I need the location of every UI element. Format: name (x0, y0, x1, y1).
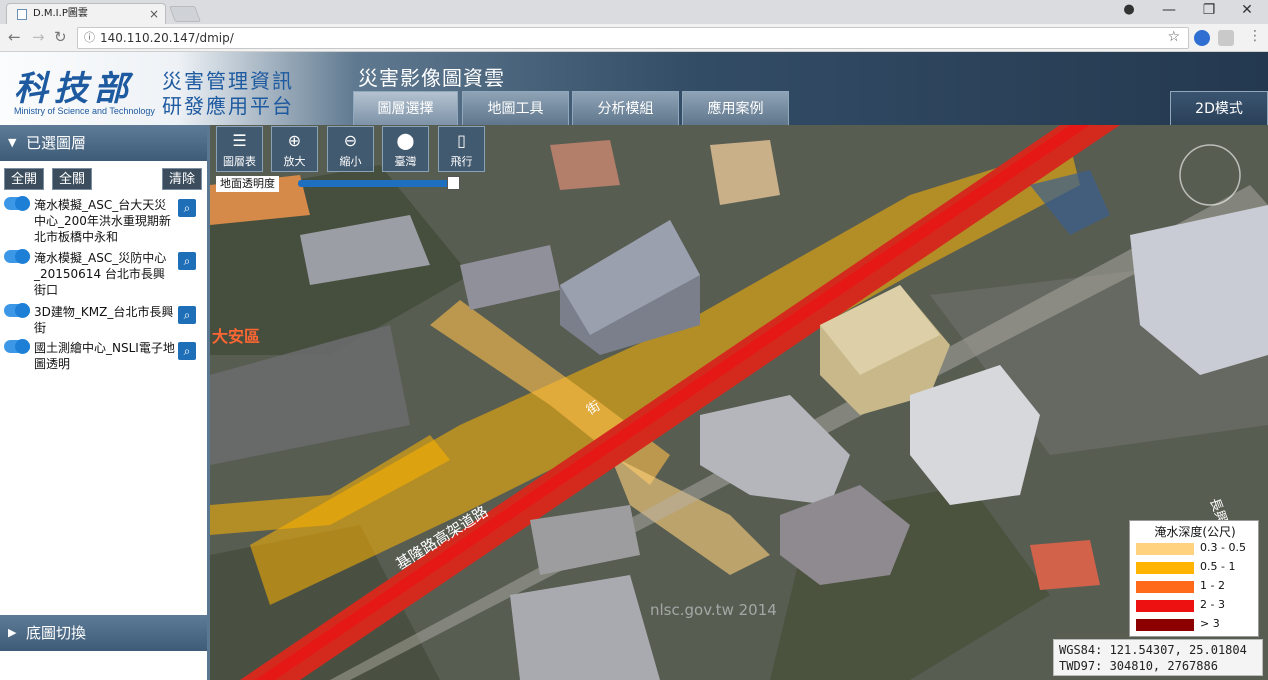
ground-opacity-label: 地面透明度 (216, 176, 279, 192)
legend-item: 0.3 - 0.5 (1136, 540, 1256, 559)
address-bar-row: ← → ↻ ⓘ 140.110.20.147/dmip/ ☆ ⋮ (0, 24, 1268, 52)
ground-opacity-slider[interactable] (298, 176, 460, 190)
maximize-button[interactable]: ❐ (1196, 2, 1222, 18)
flood-depth-legend: 淹水深度(公尺) 0.3 - 0.5 0.5 - 1 1 - 2 2 - 3 >… (1129, 520, 1259, 637)
logo-most: 科技部 (14, 69, 134, 109)
layer-toggle[interactable] (4, 249, 30, 264)
bookmark-star-icon[interactable]: ☆ (1167, 27, 1180, 47)
zoom-in-button[interactable]: ⊕ 放大 (271, 126, 318, 172)
layer-label: 淹水模擬_ASC_災防中心_20150614 台北市長興街口 (34, 251, 167, 297)
legend-swatch (1136, 619, 1194, 631)
logo-english: Ministry of Science and Technology (14, 106, 155, 116)
tool-label: 臺灣 (394, 155, 417, 168)
zoom-out-icon: ⊖ (343, 131, 358, 150)
place-label: 大安區 (212, 327, 260, 346)
aerial-3d-map: 大安區 基隆路高架道路 長興 街 nlsc.gov.tw 2014 (210, 125, 1268, 680)
legend-title: 淹水深度(公尺) (1154, 525, 1236, 539)
url-text: 140.110.20.147/dmip/ (100, 31, 234, 45)
legend-swatch (1136, 543, 1194, 555)
legend-label: 2 - 3 (1200, 598, 1225, 611)
platform-name-line2: 研發應用平台 (162, 94, 294, 118)
layer-item: 淹水模擬_ASC_災防中心_20150614 台北市長興街口 ⌕ (4, 249, 204, 300)
back-arrow-icon[interactable]: ← (8, 28, 21, 46)
slider-handle[interactable] (447, 176, 460, 190)
wgs84-coords: WGS84: 121.54307, 25.01804 (1059, 643, 1247, 657)
map-view[interactable]: 大安區 基隆路高架道路 長興 街 nlsc.gov.tw 2014 ☰ 圖層表 … (210, 125, 1268, 680)
layer-item: 國土測繪中心_NSLI電子地圖透明 ⌕ (4, 339, 204, 374)
map-pin-icon: ⬤ (396, 131, 415, 150)
extension-icon[interactable] (1194, 30, 1210, 46)
tab-title: D.M.I.P圖雲 (33, 8, 88, 19)
tab-analysis[interactable]: 分析模組 (572, 91, 679, 125)
layer-item: 3D建物_KMZ_台北市長興街 ⌕ (4, 303, 204, 338)
tool-label: 放大 (283, 155, 306, 168)
selected-layers-header[interactable]: ▼ 已選圖層 (0, 125, 207, 161)
zoom-to-layer-icon[interactable]: ⌕ (178, 199, 196, 217)
extension-icon[interactable] (1218, 30, 1234, 46)
browser-tab[interactable]: D.M.I.P圖雲 × (6, 3, 166, 24)
layer-list-button[interactable]: ☰ 圖層表 (216, 126, 263, 172)
new-tab-button[interactable] (169, 6, 201, 22)
legend-item: 0.5 - 1 (1136, 559, 1256, 578)
legend-swatch (1136, 562, 1194, 574)
caret-down-icon: ▼ (8, 136, 17, 149)
basemap-switch-header[interactable]: ▶ 底圖切換 (0, 615, 207, 651)
legend-swatch (1136, 600, 1194, 612)
mouse-icon: ▯ (457, 131, 466, 150)
clear-button[interactable]: 清除 (162, 168, 202, 190)
layer-toggle[interactable] (4, 303, 30, 318)
zoom-out-button[interactable]: ⊖ 縮小 (327, 126, 374, 172)
reload-icon[interactable]: ↻ (54, 28, 67, 46)
legend-swatch (1136, 581, 1194, 593)
tab-cases[interactable]: 應用案例 (682, 91, 789, 125)
app-title: 災害影像圖資雲 (358, 66, 505, 90)
layer-item: 淹水模擬_ASC_台大天災中心_200年洪水重現期新北市板橋中永和 ⌕ (4, 196, 204, 247)
close-all-button[interactable]: 全關 (52, 168, 92, 190)
selected-layers-title: 已選圖層 (26, 134, 87, 152)
layer-label: 國土測繪中心_NSLI電子地圖透明 (34, 341, 175, 371)
tool-label: 飛行 (450, 155, 473, 168)
legend-label: 0.5 - 1 (1200, 560, 1236, 573)
legend-label: 0.3 - 0.5 (1200, 541, 1246, 554)
tab-map-tools[interactable]: 地圖工具 (462, 91, 569, 125)
browser-tab-bar: D.M.I.P圖雲 × ● — ❐ ✕ (0, 0, 1268, 24)
layer-toggle[interactable] (4, 339, 30, 354)
coordinate-readout: WGS84: 121.54307, 25.01804 TWD97: 304810… (1053, 639, 1263, 676)
taiwan-view-button[interactable]: ⬤ 臺灣 (382, 126, 429, 172)
minimize-button[interactable]: — (1156, 2, 1182, 18)
page-favicon-icon (17, 9, 27, 20)
profile-icon[interactable]: ● (1116, 2, 1142, 17)
layer-toggle[interactable] (4, 196, 30, 211)
zoom-to-layer-icon[interactable]: ⌕ (178, 342, 196, 360)
legend-item: 1 - 2 (1136, 578, 1256, 597)
url-input[interactable]: ⓘ 140.110.20.147/dmip/ ☆ (77, 27, 1189, 49)
tab-layer-select[interactable]: 圖層選擇 (353, 91, 458, 125)
legend-label: > 3 (1200, 617, 1220, 630)
layers-icon: ☰ (232, 131, 247, 150)
zoom-to-layer-icon[interactable]: ⌕ (178, 252, 196, 270)
forward-arrow-icon[interactable]: → (32, 28, 45, 46)
map-watermark: nlsc.gov.tw 2014 (650, 601, 777, 619)
legend-item: 2 - 3 (1136, 597, 1256, 616)
zoom-in-icon: ⊕ (287, 131, 302, 150)
layer-label: 淹水模擬_ASC_台大天災中心_200年洪水重現期新北市板橋中永和 (34, 198, 171, 244)
layer-label: 3D建物_KMZ_台北市長興街 (34, 305, 174, 335)
site-info-icon[interactable]: ⓘ (84, 28, 95, 48)
legend-label: 1 - 2 (1200, 579, 1225, 592)
app-header: 科技部 Ministry of Science and Technology 災… (0, 52, 1268, 125)
close-window-button[interactable]: ✕ (1234, 2, 1260, 18)
tool-label: 圖層表 (223, 155, 256, 168)
menu-dots-icon[interactable]: ⋮ (1248, 28, 1262, 44)
mode-2d-button[interactable]: 2D模式 (1170, 91, 1268, 125)
zoom-to-layer-icon[interactable]: ⌕ (178, 306, 196, 324)
twd97-coords: TWD97: 304810, 2767886 (1059, 659, 1218, 673)
tool-label: 縮小 (339, 155, 362, 168)
legend-item: > 3 (1136, 616, 1256, 635)
layer-panel: ▼ 已選圖層 全開 全關 清除 淹水模擬_ASC_台大天災中心_200年洪水重現… (0, 125, 210, 680)
basemap-switch-title: 底圖切換 (26, 624, 87, 642)
fly-mode-button[interactable]: ▯ 飛行 (438, 126, 485, 172)
caret-right-icon: ▶ (8, 626, 17, 639)
tab-close-icon[interactable]: × (149, 4, 159, 24)
open-all-button[interactable]: 全開 (4, 168, 44, 190)
